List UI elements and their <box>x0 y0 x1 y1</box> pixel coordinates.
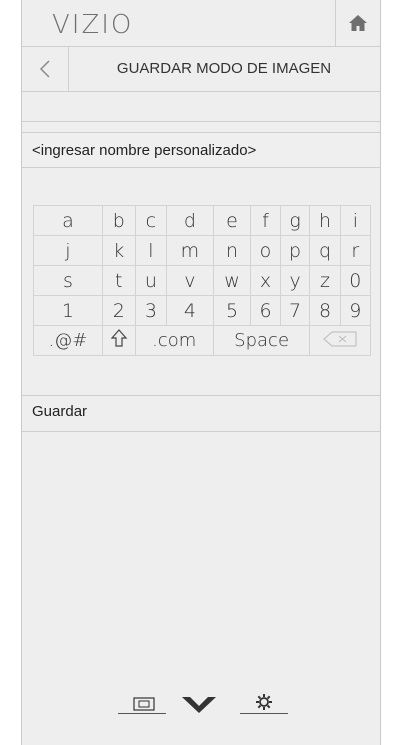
backspace-key[interactable] <box>309 325 371 356</box>
keyboard-row: s t u v w x y z 0 <box>33 265 372 296</box>
keyboard-row: j k l m n o p q r <box>33 235 372 266</box>
vizio-menu-button[interactable] <box>181 696 217 718</box>
key[interactable]: s <box>33 265 103 296</box>
key[interactable]: g <box>279 205 311 236</box>
key[interactable]: i <box>339 205 372 236</box>
keyboard-row: a b c d e f g h i <box>33 205 372 236</box>
key[interactable]: e <box>212 205 252 236</box>
key[interactable]: o <box>250 235 281 266</box>
key[interactable]: v <box>166 265 214 296</box>
key[interactable]: k <box>101 235 136 266</box>
back-button[interactable] <box>22 47 69 91</box>
shift-key[interactable] <box>101 325 136 356</box>
key[interactable]: p <box>279 235 311 266</box>
page-title: GUARDAR MODO DE IMAGEN <box>116 60 332 77</box>
backspace-icon <box>323 331 357 346</box>
key[interactable]: t <box>101 265 136 296</box>
key[interactable]: 9 <box>339 295 372 326</box>
space-key[interactable]: Space <box>212 325 311 356</box>
vizio-logo: VIZIO <box>52 10 134 40</box>
key[interactable]: j <box>33 235 103 266</box>
key[interactable]: d <box>166 205 214 236</box>
key[interactable]: 5 <box>212 295 252 326</box>
key[interactable]: x <box>250 265 281 296</box>
home-icon <box>349 15 367 31</box>
key[interactable]: 8 <box>309 295 341 326</box>
key[interactable]: b <box>101 205 136 236</box>
key[interactable]: a <box>33 205 103 236</box>
key[interactable]: 3 <box>134 295 168 326</box>
input-icon <box>133 697 155 711</box>
custom-name-input[interactable]: <ingresar nombre personalizado> <box>22 132 380 168</box>
on-screen-keyboard: a b c d e f g h i j k l m n o p q r s t … <box>33 205 372 356</box>
shift-arrow-icon <box>110 329 128 347</box>
keyboard-row: .@# .com Space <box>33 325 371 356</box>
header: VIZIO <box>22 0 380 47</box>
key[interactable]: w <box>212 265 252 296</box>
dotcom-key[interactable]: .com <box>134 325 214 356</box>
settings-gear-icon <box>256 694 272 710</box>
divider <box>22 121 380 122</box>
key[interactable]: 4 <box>166 295 214 326</box>
settings-panel: VIZIO GUARDAR MODO DE IMAGEN <ingresar n… <box>21 0 381 745</box>
key[interactable]: r <box>339 235 372 266</box>
key[interactable]: 0 <box>339 265 372 296</box>
key[interactable]: 6 <box>250 295 281 326</box>
vizio-v-icon <box>182 697 216 713</box>
key[interactable]: n <box>212 235 252 266</box>
key[interactable]: q <box>309 235 341 266</box>
key[interactable]: u <box>134 265 168 296</box>
home-button[interactable] <box>335 0 380 46</box>
title-bar: GUARDAR MODO DE IMAGEN <box>22 47 380 92</box>
key[interactable]: y <box>279 265 311 296</box>
key[interactable]: h <box>309 205 341 236</box>
back-arrow-icon <box>39 60 50 78</box>
input-button[interactable] <box>133 696 155 715</box>
key[interactable]: m <box>166 235 214 266</box>
key[interactable]: 1 <box>33 295 103 326</box>
key[interactable]: 7 <box>279 295 311 326</box>
keyboard-row: 1 2 3 4 5 6 7 8 9 <box>33 295 372 326</box>
settings-button[interactable] <box>255 693 273 715</box>
key[interactable]: c <box>134 205 168 236</box>
key[interactable]: z <box>309 265 341 296</box>
key[interactable]: 2 <box>101 295 136 326</box>
key[interactable]: f <box>250 205 281 236</box>
key[interactable]: l <box>134 235 168 266</box>
symbols-key[interactable]: .@# <box>33 325 103 356</box>
save-button[interactable]: Guardar <box>22 396 380 432</box>
